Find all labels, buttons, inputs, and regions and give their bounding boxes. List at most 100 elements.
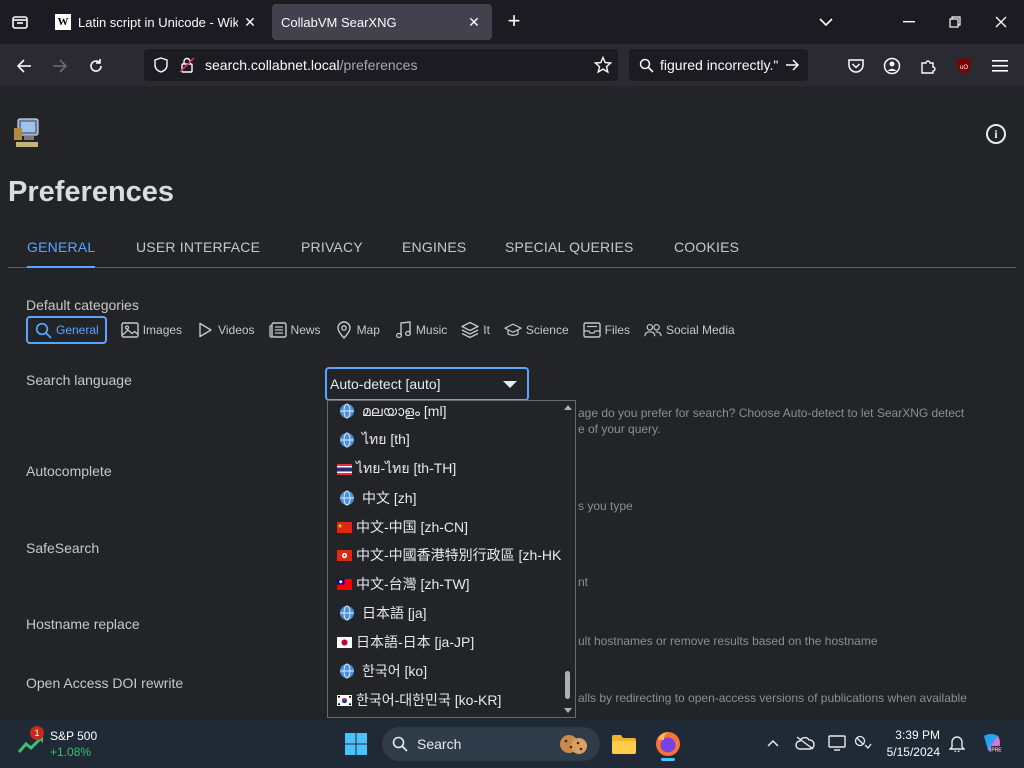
category-it[interactable]: It [461,316,490,344]
language-option-label: 中文-中國香港特別行政區 [zh-HK] [356,547,566,563]
file-explorer-button[interactable] [608,728,640,760]
search-language-label: Search language [26,372,132,388]
show-hidden-icons-button[interactable] [762,732,784,754]
language-option-ko[interactable]: 한국어 [ko] [337,660,427,682]
lock-insecure-icon[interactable] [179,57,195,73]
category-news[interactable]: News [268,316,321,344]
language-option-th-th[interactable]: ไทย-ไทย [th-TH] [337,458,456,480]
back-button[interactable] [10,52,38,80]
category-label: Music [415,323,448,337]
safesearch-desc: nt [578,575,589,589]
forward-button[interactable] [46,52,74,80]
display-settings-button[interactable] [826,732,848,754]
stock-change: +1.08% [50,745,92,759]
language-option-label: 中文 [zh] [362,490,417,506]
search-language-dropdown-list[interactable]: മലയാളം [ml] ไทย [th] ไทย-ไทย [th-TH] 中文 … [327,400,576,718]
close-tab-icon[interactable]: ✕ [462,10,486,34]
search-language-desc-line-1: age do you prefer for search? Choose Aut… [578,406,965,420]
search-language-desc-line-2: e of your query. [578,422,661,436]
folder-icon [612,735,636,754]
layers-icon [461,321,479,339]
navigation-bar: search.collabnet.local/preferences figur… [0,44,1024,86]
scroll-down-arrow-icon[interactable] [564,708,572,713]
category-map[interactable]: Map [335,316,380,344]
tab-searxng[interactable]: CollabVM SearXNG ✕ [272,4,492,40]
scrollbar-thumb[interactable] [565,671,570,699]
taskbar-search-box[interactable]: Search [382,727,600,761]
notifications-button[interactable] [946,732,968,754]
copilot-button[interactable]: PRE [980,732,1002,754]
info-icon[interactable]: i [986,124,1006,144]
language-option-ko-kr[interactable]: 한국어-대한민국 [ko-KR] [337,689,501,711]
menu-button[interactable] [986,52,1014,80]
arrow-right-icon[interactable] [785,58,800,72]
language-option-label: ไทย [th] [362,431,410,447]
tab-special-queries[interactable]: SPECIAL QUERIES [505,239,634,266]
start-button[interactable] [340,728,372,760]
preferences-tabs: GENERAL USER INTERFACE PRIVACY ENGINES S… [8,232,1016,268]
url-bar[interactable]: search.collabnet.local/preferences [144,49,618,81]
newspaper-icon [268,321,287,339]
language-option-ja[interactable]: 日本語 [ja] [337,602,427,624]
tab-user-interface[interactable]: USER INTERFACE [136,239,260,266]
pocket-button[interactable] [842,52,870,80]
category-videos[interactable]: Videos [196,316,255,344]
onedrive-button[interactable] [794,732,816,754]
category-general[interactable]: General [26,316,107,344]
tab-general[interactable]: GENERAL [27,239,96,268]
tab-wikipedia[interactable]: W Latin script in Unicode - Wikipe ✕ [44,4,268,40]
language-option-ml[interactable]: മലയാളം [ml] [337,401,446,422]
language-option-label: 中文-台灣 [zh-TW] [356,576,470,592]
language-option-zh[interactable]: 中文 [zh] [337,487,416,509]
tab-privacy[interactable]: PRIVACY [301,239,363,266]
close-tab-icon[interactable]: ✕ [238,10,262,34]
language-option-label: 日本語-日本 [ja-JP] [356,634,475,650]
account-icon [883,57,901,75]
category-images[interactable]: Images [121,316,182,344]
tab-list-button[interactable] [8,10,32,34]
clock-date[interactable]: 5/15/2024 [884,745,940,759]
language-option-th[interactable]: ไทย [th] [337,429,410,451]
minimize-button[interactable] [895,8,923,36]
people-icon [644,321,662,339]
extensions-button[interactable] [914,52,942,80]
stock-widget[interactable]: 1 S&P 500 +1.08% [18,726,138,760]
language-option-zh-cn[interactable]: 中文-中国 [zh-CN] [337,516,468,538]
close-window-button[interactable] [987,8,1015,36]
language-option-zh-tw[interactable]: 中文-台灣 [zh-TW] [337,573,470,595]
default-categories-label: Default categories [26,297,139,313]
ublock-button[interactable]: uO [950,52,978,80]
shield-icon[interactable] [153,57,169,73]
map-pin-icon [335,321,353,339]
restore-button[interactable] [941,8,969,36]
search-language-select[interactable]: Auto-detect [auto] [325,367,529,401]
searxng-logo[interactable] [12,116,42,150]
new-tab-button[interactable]: + [502,10,526,34]
category-label: Files [604,323,630,337]
scroll-up-arrow-icon[interactable] [564,405,572,410]
search-bar[interactable]: figured incorrectly." [629,49,808,81]
network-volume-button[interactable] [852,732,874,754]
flag-japan-icon [337,636,352,648]
flag-thailand-icon [337,463,352,475]
language-option-zh-hk[interactable]: 中文-中國香港特別行政區 [zh-HK] [337,544,565,566]
star-bookmark-icon[interactable] [594,56,612,74]
category-files[interactable]: Files [582,316,630,344]
reload-icon [90,59,102,72]
globe-icon [340,490,354,506]
language-option-ja-jp[interactable]: 日本語-日本 [ja-JP] [337,631,474,653]
restore-icon [949,16,961,28]
account-button[interactable] [878,52,906,80]
tab-engines[interactable]: ENGINES [402,239,466,266]
tab-cookies[interactable]: COOKIES [674,239,739,266]
dropdown-scrollbar[interactable] [561,401,575,717]
language-option-label: 日本語 [ja] [362,605,427,621]
category-science[interactable]: Science [504,316,569,344]
reload-button[interactable] [82,52,110,80]
clock-time[interactable]: 3:39 PM [884,728,940,742]
category-music[interactable]: Music [394,316,447,344]
firefox-taskbar-button[interactable] [652,728,684,761]
list-all-tabs-button[interactable] [812,8,840,36]
stock-name: S&P 500 [50,729,98,743]
category-social-media[interactable]: Social Media [644,316,735,344]
